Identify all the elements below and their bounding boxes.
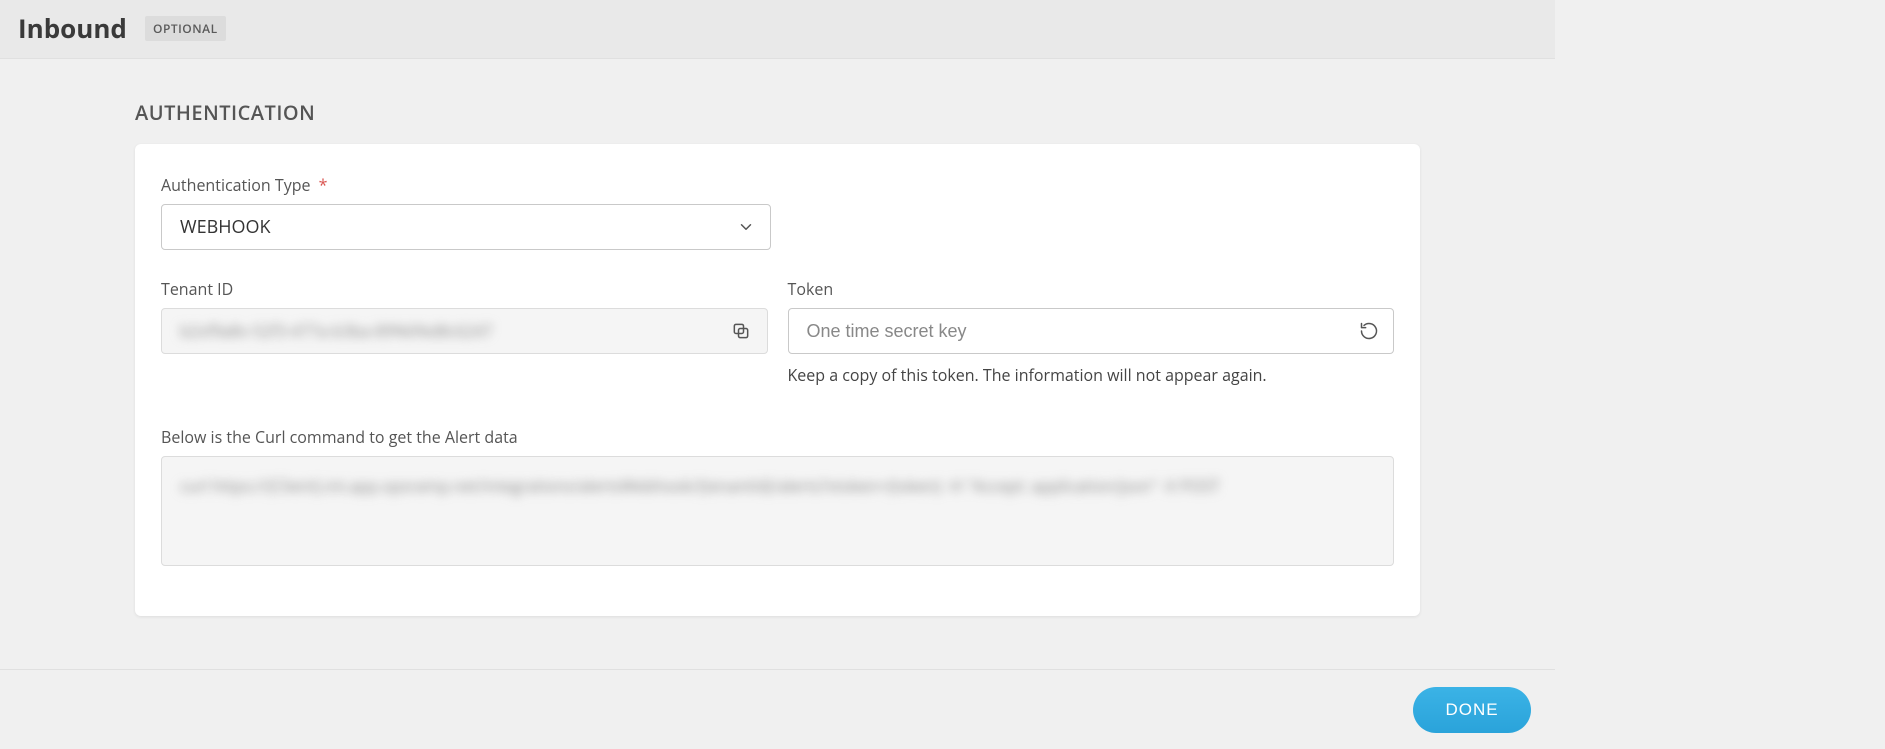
token-helper-text: Keep a copy of this token. The informati… — [788, 364, 1395, 386]
tenant-id-value: b2xf9a8v-52f3-477a-b3ba-89%6%d8c6247 — [180, 320, 492, 342]
page-title: Inbound — [18, 10, 127, 46]
curl-command-field[interactable]: curl https://{Client}.int.app.opsramp.ne… — [161, 456, 1394, 566]
token-label: Token — [788, 278, 1395, 300]
auth-type-label: Authentication Type * — [161, 174, 1394, 196]
copy-icon[interactable] — [727, 317, 755, 345]
auth-type-value: WEBHOOK — [180, 215, 271, 239]
regenerate-icon[interactable] — [1355, 317, 1383, 345]
optional-badge: OPTIONAL — [145, 16, 226, 41]
chevron-down-icon — [735, 216, 757, 238]
curl-command-value: curl https://{Client}.int.app.opsramp.ne… — [180, 473, 1375, 500]
footer-bar: DONE — [0, 669, 1555, 749]
auth-type-label-text: Authentication Type — [161, 174, 310, 196]
token-input[interactable] — [789, 309, 1356, 353]
curl-label: Below is the Curl command to get the Ale… — [161, 426, 1394, 448]
tenant-id-field: b2xf9a8v-52f3-477a-b3ba-89%6%d8c6247 — [161, 308, 768, 354]
auth-type-select[interactable]: WEBHOOK — [161, 204, 771, 250]
content-scroll[interactable]: AUTHENTICATION Authentication Type * WEB… — [0, 59, 1555, 680]
done-button[interactable]: DONE — [1413, 687, 1531, 733]
required-indicator: * — [319, 174, 328, 196]
page-header: Inbound OPTIONAL — [0, 0, 1555, 59]
section-title: AUTHENTICATION — [135, 99, 1420, 126]
tenant-id-label: Tenant ID — [161, 278, 768, 300]
authentication-card: Authentication Type * WEBHOOK Tenant ID — [135, 144, 1420, 616]
